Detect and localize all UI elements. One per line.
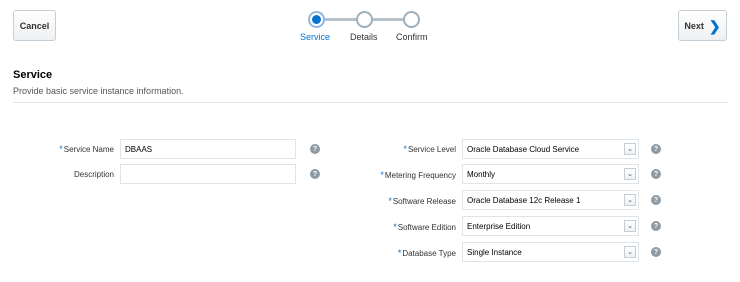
- train-label-details[interactable]: Details: [350, 32, 378, 42]
- section-subtitle: Provide basic service instance informati…: [13, 86, 184, 96]
- software-edition-select[interactable]: Enterprise Edition ⌄: [462, 216, 639, 236]
- train-stop-service[interactable]: [308, 11, 325, 28]
- help-icon[interactable]: ?: [651, 247, 661, 257]
- service-level-select[interactable]: Oracle Database Cloud Service ⌄: [462, 139, 639, 159]
- chevron-right-icon: ❯: [708, 17, 721, 34]
- cancel-button[interactable]: Cancel: [13, 10, 56, 41]
- description-input[interactable]: [120, 164, 296, 184]
- train-stop-details[interactable]: [356, 11, 373, 28]
- metering-frequency-select[interactable]: Monthly ⌄: [462, 164, 639, 184]
- metering-frequency-label: *Metering Frequency: [380, 170, 456, 180]
- chevron-down-icon[interactable]: ⌄: [624, 168, 636, 180]
- next-button[interactable]: Next ❯: [678, 10, 727, 41]
- software-release-select[interactable]: Oracle Database 12c Release 1 ⌄: [462, 190, 639, 210]
- service-name-label: *Service Name: [59, 144, 114, 154]
- software-release-label: *Software Release: [388, 196, 456, 206]
- train-stop-confirm[interactable]: [403, 11, 420, 28]
- train-label-service[interactable]: Service: [300, 32, 330, 42]
- required-mark: *: [59, 144, 63, 154]
- chevron-down-icon[interactable]: ⌄: [624, 194, 636, 206]
- help-icon[interactable]: ?: [310, 144, 320, 154]
- chevron-down-icon[interactable]: ⌄: [624, 246, 636, 258]
- service-level-label: *Service Level: [403, 144, 456, 154]
- section-divider: [13, 102, 728, 103]
- help-icon[interactable]: ?: [310, 169, 320, 179]
- chevron-down-icon[interactable]: ⌄: [624, 220, 636, 232]
- software-edition-label: *Software Edition: [393, 222, 456, 232]
- database-type-label: *Database Type: [397, 248, 456, 258]
- help-icon[interactable]: ?: [651, 169, 661, 179]
- description-label: Description: [73, 170, 114, 179]
- help-icon[interactable]: ?: [651, 144, 661, 154]
- next-button-label: Next: [684, 20, 704, 31]
- chevron-down-icon[interactable]: ⌄: [624, 143, 636, 155]
- database-type-select[interactable]: Single Instance ⌄: [462, 242, 639, 262]
- help-icon[interactable]: ?: [651, 221, 661, 231]
- help-icon[interactable]: ?: [651, 195, 661, 205]
- train-label-confirm[interactable]: Confirm: [396, 32, 428, 42]
- section-title: Service: [13, 69, 53, 81]
- cancel-button-label: Cancel: [19, 20, 50, 31]
- service-name-input[interactable]: DBAAS: [120, 139, 296, 159]
